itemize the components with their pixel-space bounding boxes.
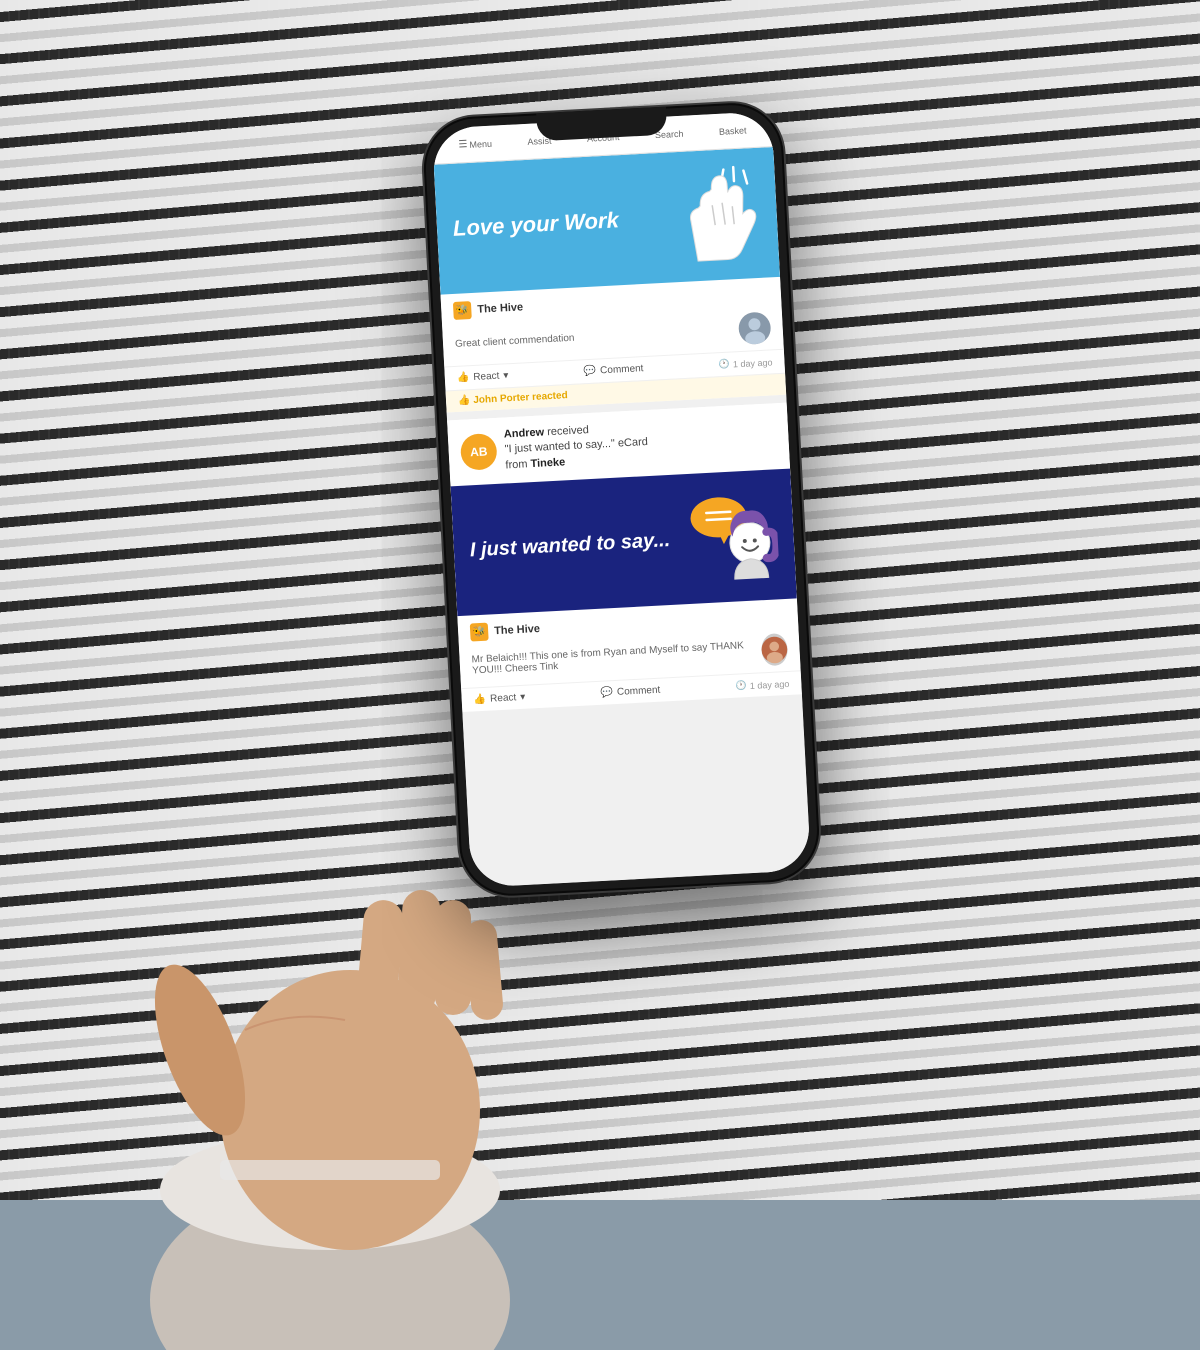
phone-frame: ☰ Menu Assist Account Search Basket [421,101,821,899]
card-comment-text-2: Mr Belaich!!! This one is from Ryan and … [471,639,762,676]
comment-btn-1[interactable]: 💬 Comment [583,363,643,377]
react-btn-1[interactable]: 👍 React ▾ [457,370,509,384]
post-card-2: AB Andrew received "I just wanted to say… [447,403,802,713]
react-btn-2[interactable]: 👍 React ▾ [473,692,525,706]
card-comment-text-1: Great client commendation [455,332,575,349]
avatar-2 [761,633,788,666]
timestamp-1: 🕐 1 day ago [718,356,772,370]
banner-love-work: Love your Work [434,147,780,295]
post-card-1: Love your Work [434,147,787,412]
menu-icon: ☰ [458,139,468,150]
andrew-info: Andrew received "I just wanted to say...… [504,420,650,474]
card-source-1: The Hive [477,301,523,315]
avatar-1 [738,311,772,345]
banner-say-text: I just wanted to say... [469,528,678,563]
clock-icon-1: 🕐 [718,359,730,371]
nav-menu[interactable]: ☰ Menu [458,138,492,151]
comment-btn-2[interactable]: 💬 Comment [600,685,660,699]
character-illustration [675,480,781,595]
card-source-2: The Hive [494,623,540,637]
timestamp-2: 🕐 1 day ago [735,678,789,692]
nav-basket[interactable]: Basket [719,125,747,136]
hive-icon-2: 🐝 [470,623,489,642]
clock-icon-2: 🕐 [735,680,747,692]
outer-wrap: ☰ Menu Assist Account Search Basket [210,50,990,1150]
feed: Love your Work [434,147,811,888]
react-icon-1: 👍 [457,372,470,384]
banner-say: I just wanted to say... [451,469,797,617]
comment-icon-2: 💬 [600,687,613,699]
banner-text: Love your Work [452,204,671,242]
andrew-avatar: AB [460,433,498,471]
phone-screen: ☰ Menu Assist Account Search Basket [432,111,811,888]
highfive-illustration [668,163,763,268]
hive-icon-1: 🐝 [453,301,472,320]
react-icon-2: 👍 [473,694,486,706]
comment-icon-1: 💬 [583,366,596,378]
